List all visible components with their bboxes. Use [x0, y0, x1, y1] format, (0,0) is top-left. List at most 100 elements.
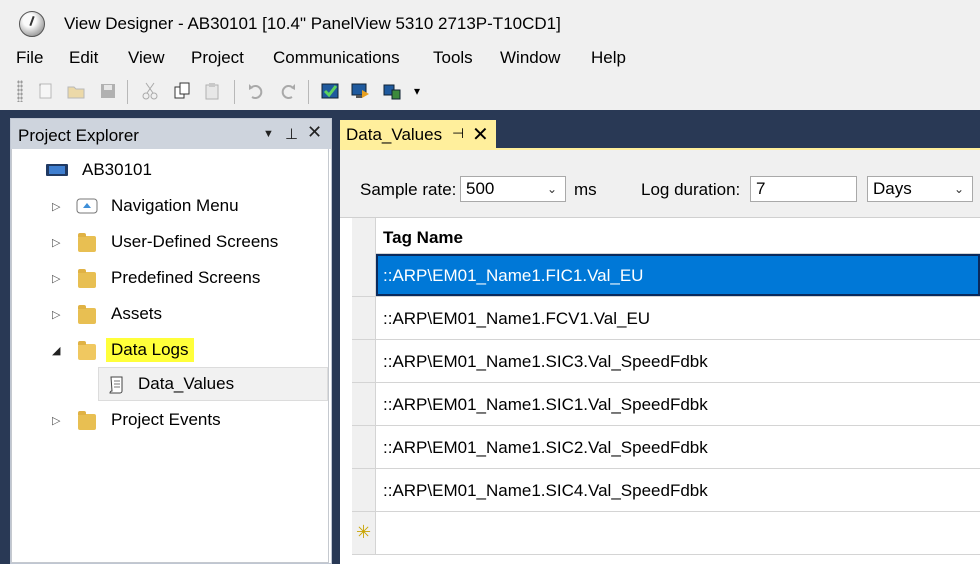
pin-icon[interactable]: ⊥: [285, 125, 298, 143]
tree-item-data-logs[interactable]: ◢ Data Logs: [12, 335, 330, 365]
tree-item-predefined-screens[interactable]: ▷ Predefined Screens: [12, 263, 330, 293]
row-header[interactable]: [352, 383, 376, 425]
undo-icon[interactable]: [246, 81, 266, 101]
project-explorer-panel: Project Explorer ▼ ⊥ ✕ AB30101 ▷ Navigat…: [10, 118, 332, 564]
paste-icon[interactable]: [202, 81, 222, 101]
tag-name-cell[interactable]: ::ARP\EM01_Name1.SIC4.Val_SpeedFdbk: [383, 481, 708, 501]
tree-item-label: Data Logs: [106, 338, 194, 362]
log-duration-unit-select[interactable]: Days ⌄: [867, 176, 973, 202]
log-duration-unit-value: Days: [873, 179, 912, 198]
cut-icon[interactable]: [140, 81, 160, 101]
panel-menu-icon[interactable]: ▼: [263, 128, 274, 140]
tree-item-data-values[interactable]: Data_Values: [12, 369, 330, 399]
tag-name-cell[interactable]: ::ARP\EM01_Name1.SIC3.Val_SpeedFdbk: [383, 352, 708, 372]
tree-item-navigation-menu[interactable]: ▷ Navigation Menu: [12, 191, 330, 221]
expand-icon[interactable]: ▷: [52, 236, 66, 249]
tag-name-cell[interactable]: ::ARP\EM01_Name1.SIC2.Val_SpeedFdbk: [383, 438, 708, 458]
menu-view[interactable]: View: [128, 48, 165, 68]
sample-rate-unit: ms: [574, 180, 597, 199]
tab-data-values[interactable]: Data_Values ⊣ ✕: [340, 120, 496, 148]
chevron-down-icon: ⌄: [953, 182, 964, 196]
sample-rate-select[interactable]: 500 ⌄: [460, 176, 566, 202]
tree-item-label: Predefined Screens: [111, 268, 261, 287]
tree-root[interactable]: AB30101: [12, 155, 330, 185]
menu-tools[interactable]: Tools: [433, 48, 473, 68]
chevron-down-icon: ⌄: [546, 182, 557, 196]
copy-icon[interactable]: [172, 81, 192, 101]
log-duration-label: Log duration:: [641, 180, 741, 199]
sample-rate-label: Sample rate:: [360, 180, 457, 199]
download-icon[interactable]: [350, 81, 370, 101]
toolbar-separator: [308, 80, 309, 104]
menu-window[interactable]: Window: [500, 48, 560, 68]
toolbar: ▾: [0, 74, 980, 110]
menu-help[interactable]: Help: [591, 48, 626, 68]
table-row[interactable]: ::ARP\EM01_Name1.FIC1.Val_EU: [352, 254, 980, 297]
grid-header: Tag Name: [352, 218, 980, 254]
table-row[interactable]: ::ARP\EM01_Name1.SIC2.Val_SpeedFdbk: [352, 426, 980, 469]
table-row[interactable]: ::ARP\EM01_Name1.SIC4.Val_SpeedFdbk: [352, 469, 980, 512]
expand-icon[interactable]: ▷: [52, 414, 66, 427]
folder-icon: [78, 305, 96, 324]
table-row[interactable]: ::ARP\EM01_Name1.SIC1.Val_SpeedFdbk: [352, 383, 980, 426]
tree-item-label: Data_Values: [138, 374, 235, 393]
folder-icon: [78, 269, 96, 288]
grid-corner[interactable]: [352, 218, 376, 254]
menu-communications[interactable]: Communications: [273, 48, 400, 68]
row-header[interactable]: [352, 340, 376, 382]
project-explorer-header: Project Explorer ▼ ⊥ ✕: [11, 119, 331, 149]
new-row[interactable]: ✳: [352, 512, 980, 555]
log-duration-input[interactable]: 7: [750, 176, 857, 202]
menu-edit[interactable]: Edit: [69, 48, 98, 68]
tree-item-user-defined-screens[interactable]: ▷ User-Defined Screens: [12, 227, 330, 257]
expand-icon[interactable]: ▷: [52, 272, 66, 285]
toolbar-separator: [234, 80, 235, 104]
terminal-icon: [46, 164, 68, 176]
verify-project-icon[interactable]: [320, 81, 340, 101]
tag-name-cell[interactable]: ::ARP\EM01_Name1.FCV1.Val_EU: [383, 309, 650, 329]
expand-icon[interactable]: ▷: [52, 200, 66, 213]
tree-item-label: Navigation Menu: [111, 196, 239, 215]
navigation-menu-icon: [76, 198, 98, 214]
row-header[interactable]: [352, 297, 376, 339]
toolbar-separator: [127, 80, 128, 104]
tree-root-label: AB30101: [82, 160, 152, 179]
communications-icon[interactable]: [382, 81, 402, 101]
row-header[interactable]: [352, 254, 376, 296]
sample-rate-value: 500: [466, 179, 495, 198]
toolbar-grip[interactable]: [17, 80, 23, 102]
row-header[interactable]: [352, 469, 376, 511]
tab-pin-icon[interactable]: ⊣: [452, 125, 464, 142]
data-log-editor: Sample rate: 500 ⌄ ms Log duration: 7 Da…: [340, 148, 980, 564]
window-title: View Designer - AB30101 [10.4" PanelView…: [64, 14, 561, 33]
tab-close-icon[interactable]: ✕: [472, 122, 489, 147]
expand-icon[interactable]: ▷: [52, 308, 66, 321]
tree-item-project-events[interactable]: ▷ Project Events: [12, 405, 330, 435]
row-header[interactable]: ✳: [352, 512, 376, 554]
save-icon[interactable]: [98, 81, 118, 101]
table-row[interactable]: ::ARP\EM01_Name1.SIC3.Val_SpeedFdbk: [352, 340, 980, 383]
menu-project[interactable]: Project: [191, 48, 244, 68]
new-icon[interactable]: [36, 81, 56, 101]
open-folder-icon: [78, 341, 96, 360]
log-duration-value: 7: [756, 179, 766, 198]
menu-file[interactable]: File: [16, 48, 43, 68]
row-header[interactable]: [352, 426, 376, 468]
toolbar-overflow-icon[interactable]: ▾: [414, 84, 420, 98]
table-row[interactable]: ::ARP\EM01_Name1.FCV1.Val_EU: [352, 297, 980, 340]
collapse-icon[interactable]: ◢: [52, 344, 66, 357]
tag-name-cell[interactable]: ::ARP\EM01_Name1.SIC1.Val_SpeedFdbk: [383, 395, 708, 415]
folder-icon: [78, 411, 96, 430]
tag-name-cell[interactable]: ::ARP\EM01_Name1.FIC1.Val_EU: [383, 266, 643, 286]
close-icon[interactable]: ✕: [307, 122, 322, 143]
tab-label: Data_Values: [346, 125, 443, 144]
redo-icon[interactable]: [278, 81, 298, 101]
data-log-icon: [109, 376, 123, 394]
app-icon: [19, 11, 45, 37]
tree-item-label: Assets: [111, 304, 163, 323]
menu-bar: File Edit View Project Communications To…: [0, 44, 980, 74]
tree-item-assets[interactable]: ▷ Assets: [12, 299, 330, 329]
column-header-tag-name[interactable]: Tag Name: [383, 228, 463, 248]
title-bar: View Designer - AB30101 [10.4" PanelView…: [0, 0, 980, 48]
open-icon[interactable]: [66, 81, 86, 101]
